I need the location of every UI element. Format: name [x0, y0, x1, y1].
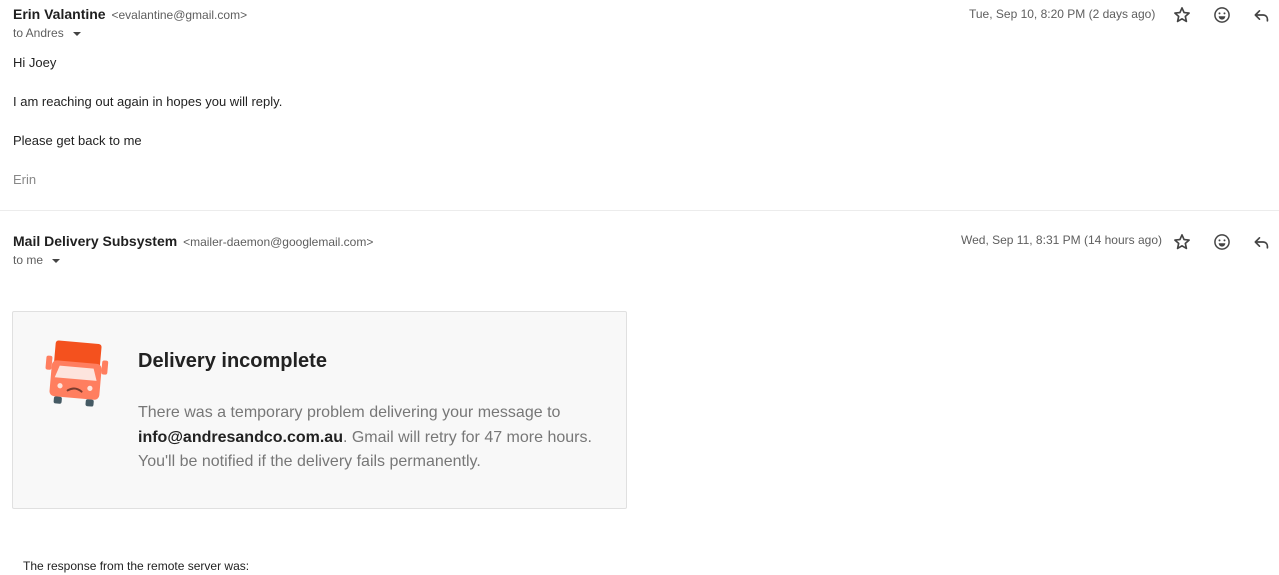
star-icon: [1174, 234, 1190, 250]
recipients-label: to me: [13, 253, 44, 267]
add-reaction-button[interactable]: [1210, 3, 1234, 27]
reply-icon: [1254, 10, 1269, 22]
delivery-status-card: Delivery incomplete There was a temporar…: [12, 311, 627, 509]
email-message: Erin Valantine <evalantine@gmail.com> to…: [0, 0, 1279, 210]
caret-down-icon: [52, 259, 61, 263]
sender-name[interactable]: Erin Valantine: [13, 6, 106, 22]
remote-server-response-label: The response from the remote server was:: [23, 559, 250, 573]
recipient-address: info@andresandco.com.au: [138, 428, 343, 446]
recipients-label: to Andres: [13, 26, 64, 40]
recipients-dropdown[interactable]: to Andres: [13, 26, 81, 40]
card-title: Delivery incomplete: [138, 350, 327, 372]
recipients-dropdown[interactable]: to me: [13, 253, 61, 267]
add-reaction-button[interactable]: [1210, 230, 1234, 254]
message-date: Wed, Sep 11, 8:31 PM (14 hours ago): [961, 233, 1163, 247]
star-button[interactable]: [1170, 3, 1194, 27]
sender-line: Erin Valantine <evalantine@gmail.com>: [13, 6, 247, 22]
caret-down-icon: [72, 32, 81, 36]
star-button[interactable]: [1170, 230, 1194, 254]
reply-button[interactable]: [1250, 3, 1274, 27]
sender-email: <evalantine@gmail.com>: [111, 8, 248, 22]
emoji-icon: [1214, 234, 1230, 250]
email-message: Mail Delivery Subsystem <mailer-daemon@g…: [0, 211, 1279, 575]
card-text-before: There was a temporary problem delivering…: [138, 404, 561, 421]
sad-truck-icon: [45, 340, 109, 407]
card-message: There was a temporary problem delivering…: [138, 401, 608, 475]
sender-email: <mailer-daemon@googlemail.com>: [183, 235, 374, 249]
message-date: Tue, Sep 10, 8:20 PM (2 days ago): [969, 7, 1156, 21]
body-paragraph: Please get back to me: [13, 133, 142, 148]
reply-icon: [1254, 237, 1269, 249]
body-paragraph: I am reaching out again in hopes you wil…: [13, 94, 283, 109]
reply-button[interactable]: [1250, 230, 1274, 254]
body-paragraph: Hi Joey: [13, 55, 57, 70]
sender-name[interactable]: Mail Delivery Subsystem: [13, 233, 177, 249]
emoji-icon: [1214, 7, 1230, 23]
star-icon: [1174, 7, 1190, 23]
signature: Erin: [13, 172, 37, 187]
sender-line: Mail Delivery Subsystem <mailer-daemon@g…: [13, 233, 373, 249]
